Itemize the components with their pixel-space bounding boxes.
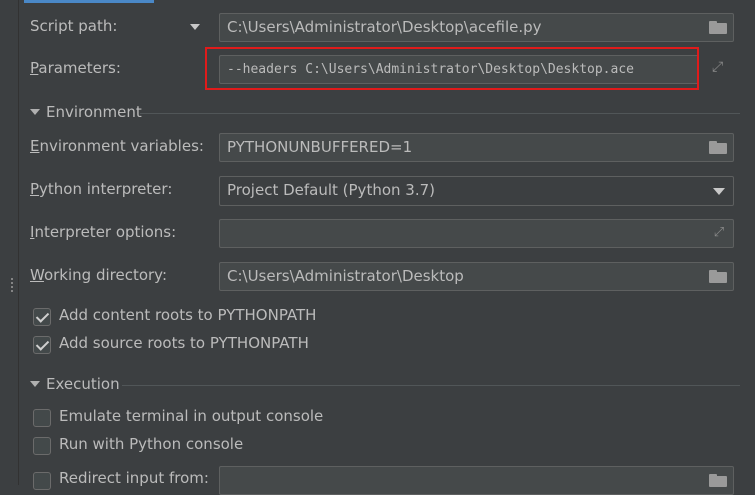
redirect-input-checkbox[interactable]	[33, 472, 51, 490]
parameters-value: --headers C:\Users\Administrator\Desktop…	[227, 62, 634, 77]
tab-underline	[24, 0, 154, 3]
content-roots-label[interactable]: Add content roots to PYTHONPATH	[59, 306, 316, 324]
folder-icon[interactable]	[709, 473, 727, 488]
emulate-terminal-checkbox[interactable]	[33, 409, 51, 427]
env-vars-field[interactable]: PYTHONUNBUFFERED=1	[219, 133, 734, 162]
script-path-value: C:\Users\Administrator\Desktop\acefile.p…	[227, 18, 542, 36]
interpreter-value: Project Default (Python 3.7)	[227, 181, 435, 199]
parameters-field[interactable]: --headers C:\Users\Administrator\Desktop…	[219, 55, 699, 84]
python-console-checkbox[interactable]	[33, 437, 51, 455]
script-path-label: Script path:	[30, 17, 118, 35]
source-roots-label[interactable]: Add source roots to PYTHONPATH	[59, 334, 309, 352]
folder-icon[interactable]	[709, 140, 727, 155]
section-divider	[122, 385, 740, 386]
expand-icon[interactable]: ⤢	[711, 225, 727, 241]
section-divider	[140, 113, 740, 114]
folder-icon[interactable]	[709, 269, 727, 284]
interpreter-options-label: Interpreter options:	[30, 223, 176, 241]
environment-section-title: Environment	[46, 103, 142, 121]
source-roots-checkbox[interactable]	[33, 336, 51, 354]
content-roots-checkbox[interactable]	[33, 308, 51, 326]
interpreter-options-label-text: nterpreter options:	[34, 223, 177, 241]
interpreter-label-text: ython interpreter:	[39, 180, 173, 198]
env-vars-label-text: nvironment variables:	[39, 137, 204, 155]
resize-grip-icon[interactable]	[10, 277, 15, 293]
redirect-input-label[interactable]: Redirect input from:	[59, 469, 209, 487]
working-dir-value: C:\Users\Administrator\Desktop	[227, 267, 464, 285]
folder-icon[interactable]	[709, 20, 727, 35]
collapse-triangle-icon	[30, 108, 40, 115]
expand-icon[interactable]: ⤢	[712, 59, 730, 79]
redirect-input-field[interactable]	[219, 466, 734, 495]
working-dir-label-mnemonic: W	[30, 266, 44, 284]
execution-section-title: Execution	[46, 375, 120, 393]
interpreter-label: Python interpreter:	[30, 180, 172, 198]
script-path-field[interactable]: C:\Users\Administrator\Desktop\acefile.p…	[219, 13, 734, 42]
execution-section-header[interactable]: Execution	[30, 375, 120, 393]
env-vars-value: PYTHONUNBUFFERED=1	[227, 138, 413, 156]
chevron-down-icon[interactable]	[190, 24, 200, 30]
working-dir-label-text: orking directory:	[43, 266, 168, 284]
interpreter-select[interactable]: Project Default (Python 3.7)	[219, 176, 734, 206]
parameters-label: Parameters:	[30, 59, 121, 77]
side-panel-strip	[0, 0, 19, 485]
working-dir-label: Working directory:	[30, 266, 167, 284]
working-dir-field[interactable]: C:\Users\Administrator\Desktop	[219, 262, 734, 291]
chevron-down-icon[interactable]	[713, 188, 725, 195]
environment-section-header[interactable]: Environment	[30, 103, 142, 121]
interpreter-options-field[interactable]: ⤢	[219, 219, 734, 248]
emulate-terminal-label[interactable]: Emulate terminal in output console	[59, 407, 323, 425]
python-console-label[interactable]: Run with Python console	[59, 435, 243, 453]
interpreter-label-mnemonic: P	[30, 180, 40, 198]
collapse-triangle-icon	[30, 380, 40, 387]
parameters-label-text: arameters:	[38, 59, 121, 77]
env-vars-label: Environment variables:	[30, 137, 204, 155]
